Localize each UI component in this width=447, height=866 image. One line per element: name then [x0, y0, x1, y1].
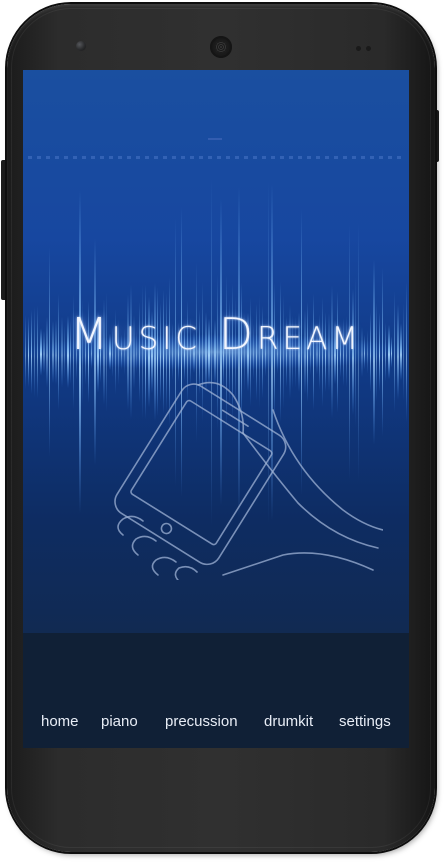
nav-settings[interactable]: settings — [339, 710, 391, 740]
hand-holding-phone-icon — [114, 381, 383, 580]
app-title: Music Dream — [69, 309, 363, 360]
nav-home[interactable]: home — [41, 710, 79, 740]
sensor-dot-icon — [366, 46, 371, 51]
nav-piano[interactable]: piano — [101, 710, 138, 740]
decorative-dash — [208, 138, 222, 140]
front-camera-icon — [76, 41, 86, 51]
device-mockup: Music Dream home piano precussion drumki… — [0, 0, 447, 866]
nav-precussion[interactable]: precussion — [165, 710, 238, 740]
bottom-bezel — [23, 748, 409, 808]
bottom-navigation: home piano precussion drumkit settings — [23, 710, 409, 740]
sensor-dot-icon — [356, 46, 361, 51]
decorative-noise-line — [28, 156, 404, 159]
earpiece-speaker-icon — [210, 36, 232, 58]
nav-drumkit[interactable]: drumkit — [264, 710, 313, 740]
app-screen: Music Dream home piano precussion drumki… — [23, 70, 409, 748]
